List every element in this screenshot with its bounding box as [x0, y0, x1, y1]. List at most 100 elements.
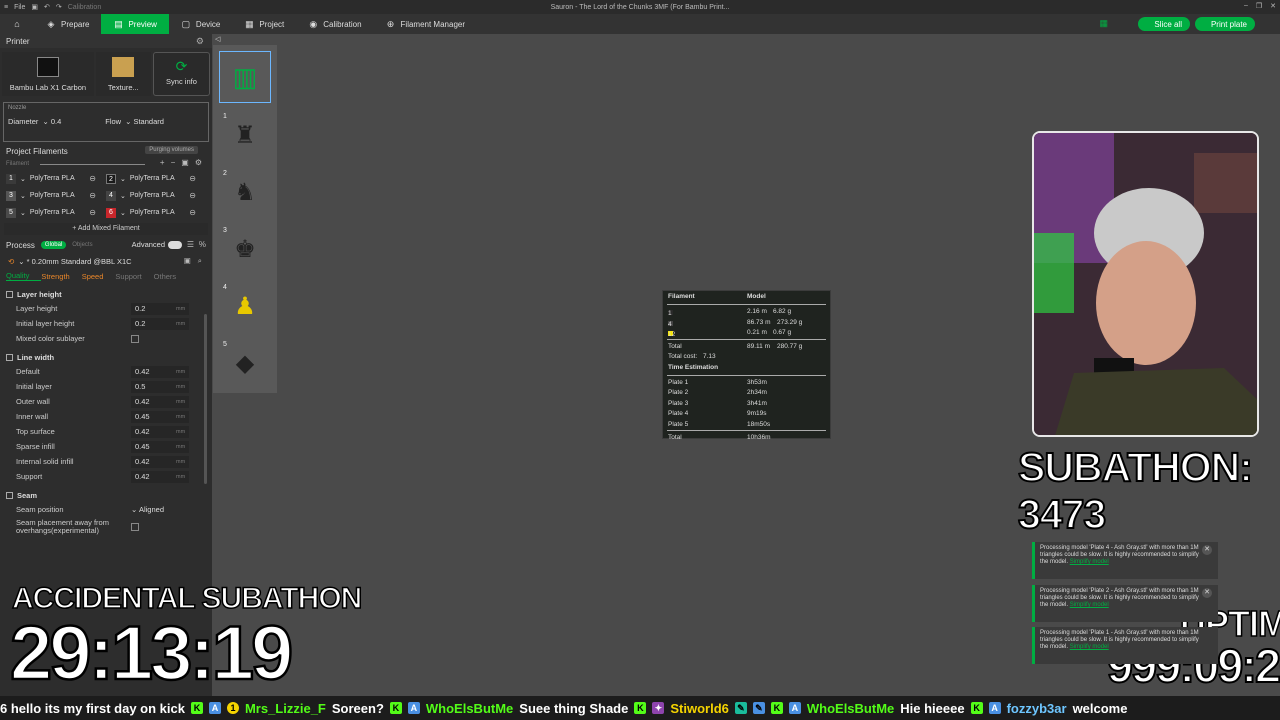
filament-item[interactable]: 4 ⌄ PolyTerra PLA ⊖: [106, 189, 206, 202]
param-unit: mm: [176, 414, 186, 420]
process-preset-value: * 0.20mm Standard @BBL X1C: [26, 256, 132, 266]
plate-thumbnail[interactable]: 1 ♜: [219, 109, 271, 161]
minimize-icon[interactable]: –: [1244, 2, 1248, 10]
process-preset-select[interactable]: ⌄ * 0.20mm Standard @BBL X1C: [18, 257, 131, 266]
slice-all-button[interactable]: Slice all: [1138, 17, 1190, 31]
filament-item[interactable]: 3 ⌄ PolyTerra PLA ⊖: [6, 189, 106, 202]
filament-item[interactable]: 5 ⌄ PolyTerra PLA ⊖: [6, 206, 106, 219]
filament-item[interactable]: 1 ⌄ PolyTerra PLA ⊖: [6, 172, 106, 185]
badge-icon: A: [407, 702, 420, 714]
tab-calibration[interactable]: ◉ Calibration: [296, 14, 373, 34]
chat-username: WhoElsButMe: [425, 700, 514, 716]
param-unit: mm: [176, 369, 186, 375]
remove-icon[interactable]: −: [171, 158, 176, 167]
tab-quality[interactable]: Quality: [6, 271, 42, 281]
param-unit: mm: [176, 459, 186, 465]
tab-filament-manager[interactable]: ⊕ Filament Manager: [374, 14, 477, 34]
tab-strength[interactable]: Strength: [41, 272, 81, 281]
print-plate-button[interactable]: Print plate: [1194, 17, 1255, 31]
minus-circle-icon[interactable]: ⊖: [189, 191, 196, 200]
plate-thumbnail[interactable]: 4 ♟: [219, 280, 271, 332]
left-panel-scrollbar[interactable]: [204, 314, 207, 484]
sync-info-button[interactable]: ⟳ Sync info: [152, 52, 210, 96]
tab-support[interactable]: Support: [115, 272, 153, 281]
tab-others[interactable]: Others: [154, 272, 189, 281]
home-button[interactable]: ⌂: [0, 14, 34, 34]
plate-time: 9m19s: [747, 410, 767, 417]
gear-icon[interactable]: ⚙: [196, 36, 204, 47]
minus-circle-icon[interactable]: ⊖: [89, 191, 96, 200]
plate-all-thumbnail[interactable]: ▥: [219, 51, 271, 103]
close-icon[interactable]: ✕: [1202, 588, 1212, 598]
tab-preview[interactable]: ▤ Preview: [101, 14, 169, 34]
seam-position-select[interactable]: ⌄ Aligned: [131, 505, 164, 514]
group-title-text: Line width: [17, 352, 55, 362]
filament-item[interactable]: 2 ⌄ PolyTerra PLA ⊖: [106, 172, 206, 185]
param-label: Default: [16, 367, 40, 376]
plate-thumbnail[interactable]: 5 ◆: [219, 337, 271, 389]
add-mixed-filament-button[interactable]: + Add Mixed Filament: [4, 223, 208, 235]
save-icon[interactable]: ▣: [31, 3, 38, 11]
process-title: Process: [6, 240, 35, 250]
total-cost: 7.13: [703, 353, 716, 360]
list-icon[interactable]: ☰: [187, 240, 194, 249]
printer-selector[interactable]: Bambu Lab X1 Carbon: [2, 52, 94, 96]
objects-toggle[interactable]: Objects: [72, 242, 92, 248]
total-length: 89.11 m: [747, 342, 771, 350]
printer-section-header: Printer ⚙: [0, 34, 212, 48]
plate-thumbnail[interactable]: 2 ♞: [219, 166, 271, 218]
settings-icon[interactable]: ⚙: [195, 158, 202, 167]
filament-name: PolyTerra PLA: [29, 175, 75, 182]
file-menu[interactable]: File: [14, 4, 25, 11]
tab-project[interactable]: ▦ Project: [232, 14, 296, 34]
diameter-select[interactable]: ⌄ 0.4: [42, 117, 61, 126]
tab-prepare[interactable]: ◈ Prepare: [34, 14, 101, 34]
close-icon[interactable]: ✕: [1202, 545, 1212, 555]
maximize-icon[interactable]: ❐: [1256, 2, 1262, 10]
param-row: Sparse infill 0.45 mm: [6, 439, 212, 454]
filament-number: 2: [106, 173, 116, 184]
close-icon[interactable]: ✕: [1270, 2, 1276, 10]
layout-icon[interactable]: ▦: [1099, 18, 1108, 29]
param-checkbox[interactable]: [131, 523, 139, 531]
minus-circle-icon[interactable]: ⊖: [89, 208, 96, 217]
save-preset-icon[interactable]: ▣: [184, 256, 191, 266]
simplify-model-link[interactable]: Simplify model: [1070, 559, 1109, 565]
plate-type-selector[interactable]: Texture...: [95, 52, 151, 96]
plate-number: 2: [223, 170, 227, 177]
plate-label: Plate 5: [668, 420, 689, 428]
plate-thumbnail[interactable]: 3 ♚: [219, 223, 271, 275]
diameter-label: Diameter: [8, 117, 39, 126]
printer-name: Bambu Lab X1 Carbon: [9, 83, 87, 92]
global-toggle[interactable]: Global: [40, 241, 67, 249]
divider: [667, 304, 826, 305]
redo-icon[interactable]: ↷: [56, 3, 62, 11]
window-title: Sauron - The Lord of the Chunks 3MF (For…: [550, 3, 730, 11]
time-total-row: Total 10h36m: [663, 432, 830, 443]
app-root: ≡ File ▣ ↶ ↷ Calibration Sauron - The Lo…: [0, 0, 1280, 720]
param-label: Initial layer: [16, 382, 52, 391]
undo-icon[interactable]: ↶: [44, 3, 50, 11]
tab-device[interactable]: ▢ Device: [169, 14, 232, 34]
chat-ticker: 6 hello its my first day on kick K A 1 M…: [0, 696, 1280, 720]
percent-icon[interactable]: %: [199, 240, 206, 249]
search-icon[interactable]: ⌕: [198, 256, 202, 266]
simplify-model-link[interactable]: Simplify model: [1070, 644, 1109, 650]
calibration-menu[interactable]: Calibration: [68, 4, 101, 11]
minus-circle-icon[interactable]: ⊖: [89, 174, 96, 183]
filament-item[interactable]: 6 ⌄ PolyTerra PLA ⊖: [106, 206, 206, 219]
minus-circle-icon[interactable]: ⊖: [189, 174, 196, 183]
minus-circle-icon[interactable]: ⊖: [189, 208, 196, 217]
sync-label: Sync info: [166, 77, 197, 86]
group-icon[interactable]: ▣: [181, 158, 189, 167]
tab-speed[interactable]: Speed: [82, 272, 116, 281]
simplify-model-link[interactable]: Simplify model: [1070, 602, 1109, 608]
flow-select[interactable]: ⌄ Standard: [125, 117, 164, 126]
collapse-icon[interactable]: ◁: [215, 35, 220, 43]
plate-number: 4: [223, 284, 227, 291]
advanced-toggle[interactable]: [168, 240, 182, 249]
add-icon[interactable]: +: [160, 158, 165, 167]
purging-volumes-button[interactable]: Purging volumes: [145, 146, 198, 154]
param-checkbox[interactable]: [131, 334, 139, 343]
hamburger-icon[interactable]: ≡: [4, 4, 8, 11]
